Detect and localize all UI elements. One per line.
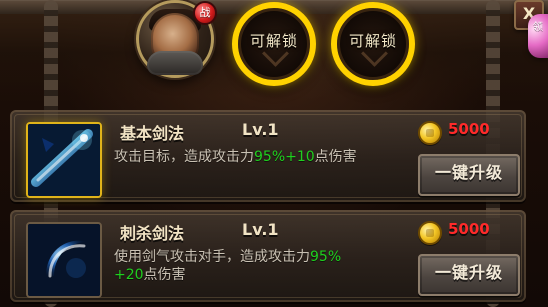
sword-strike-icon [28, 124, 100, 196]
avatar-badge: 战 [193, 1, 217, 25]
desc-text: 攻击目标，造成攻击力 [114, 149, 254, 165]
cost-value: 5000 [448, 120, 490, 138]
desc-text: 使用剑气攻击对手，造成攻击力 [114, 249, 310, 265]
desc-percent: 95% [310, 249, 342, 265]
unlock-label: 可解锁 [249, 32, 298, 50]
cost-row: 5000 [418, 220, 518, 245]
down-arrow-icon [361, 40, 388, 67]
skill-level: Lv.1 [242, 220, 279, 239]
unlock-slot-1[interactable]: 可解锁 [232, 2, 316, 86]
desc-plus: +20 [114, 267, 144, 283]
avatar-armor [147, 51, 203, 75]
desc-plus: +10 [285, 149, 315, 165]
side-tab-label: 领 [533, 22, 543, 33]
skill-description: 攻击目标，造成攻击力95%+10点伤害 [114, 148, 414, 166]
coin-icon [418, 121, 442, 145]
skill-icon-assassin-sword[interactable] [26, 222, 102, 298]
skill-icon-basic-sword[interactable] [26, 122, 102, 198]
crescent-slash-icon [28, 224, 100, 296]
down-arrow-icon [262, 40, 289, 67]
skill-name: 刺杀剑法 [120, 224, 185, 243]
skill-name: 基本剑法 [120, 124, 185, 143]
desc-percent: 95% [254, 149, 286, 165]
cost-row: 5000 [418, 120, 518, 145]
desc-post: 点伤害 [314, 149, 357, 165]
skill-level: Lv.1 [242, 120, 279, 139]
side-reward-tab[interactable]: 领 [528, 14, 548, 58]
desc-post: 点伤害 [143, 267, 186, 283]
coin-icon [418, 221, 442, 245]
unlock-label: 可解锁 [348, 32, 397, 50]
cost-value: 5000 [448, 220, 490, 238]
skill-description: 使用剑气攻击对手，造成攻击力95% +20点伤害 [114, 248, 414, 284]
one-click-upgrade-button[interactable]: 一键升级 [418, 254, 520, 296]
skill-card-2: 刺杀剑法 Lv.1 使用剑气攻击对手，造成攻击力95% +20点伤害 5000 … [10, 210, 526, 302]
skill-card-1: 基本剑法 Lv.1 攻击目标，造成攻击力95%+10点伤害 5000 一键升级 [10, 110, 526, 202]
character-avatar[interactable]: 战 [136, 0, 217, 78]
one-click-upgrade-button[interactable]: 一键升级 [418, 154, 520, 196]
unlock-slot-2[interactable]: 可解锁 [331, 2, 415, 86]
